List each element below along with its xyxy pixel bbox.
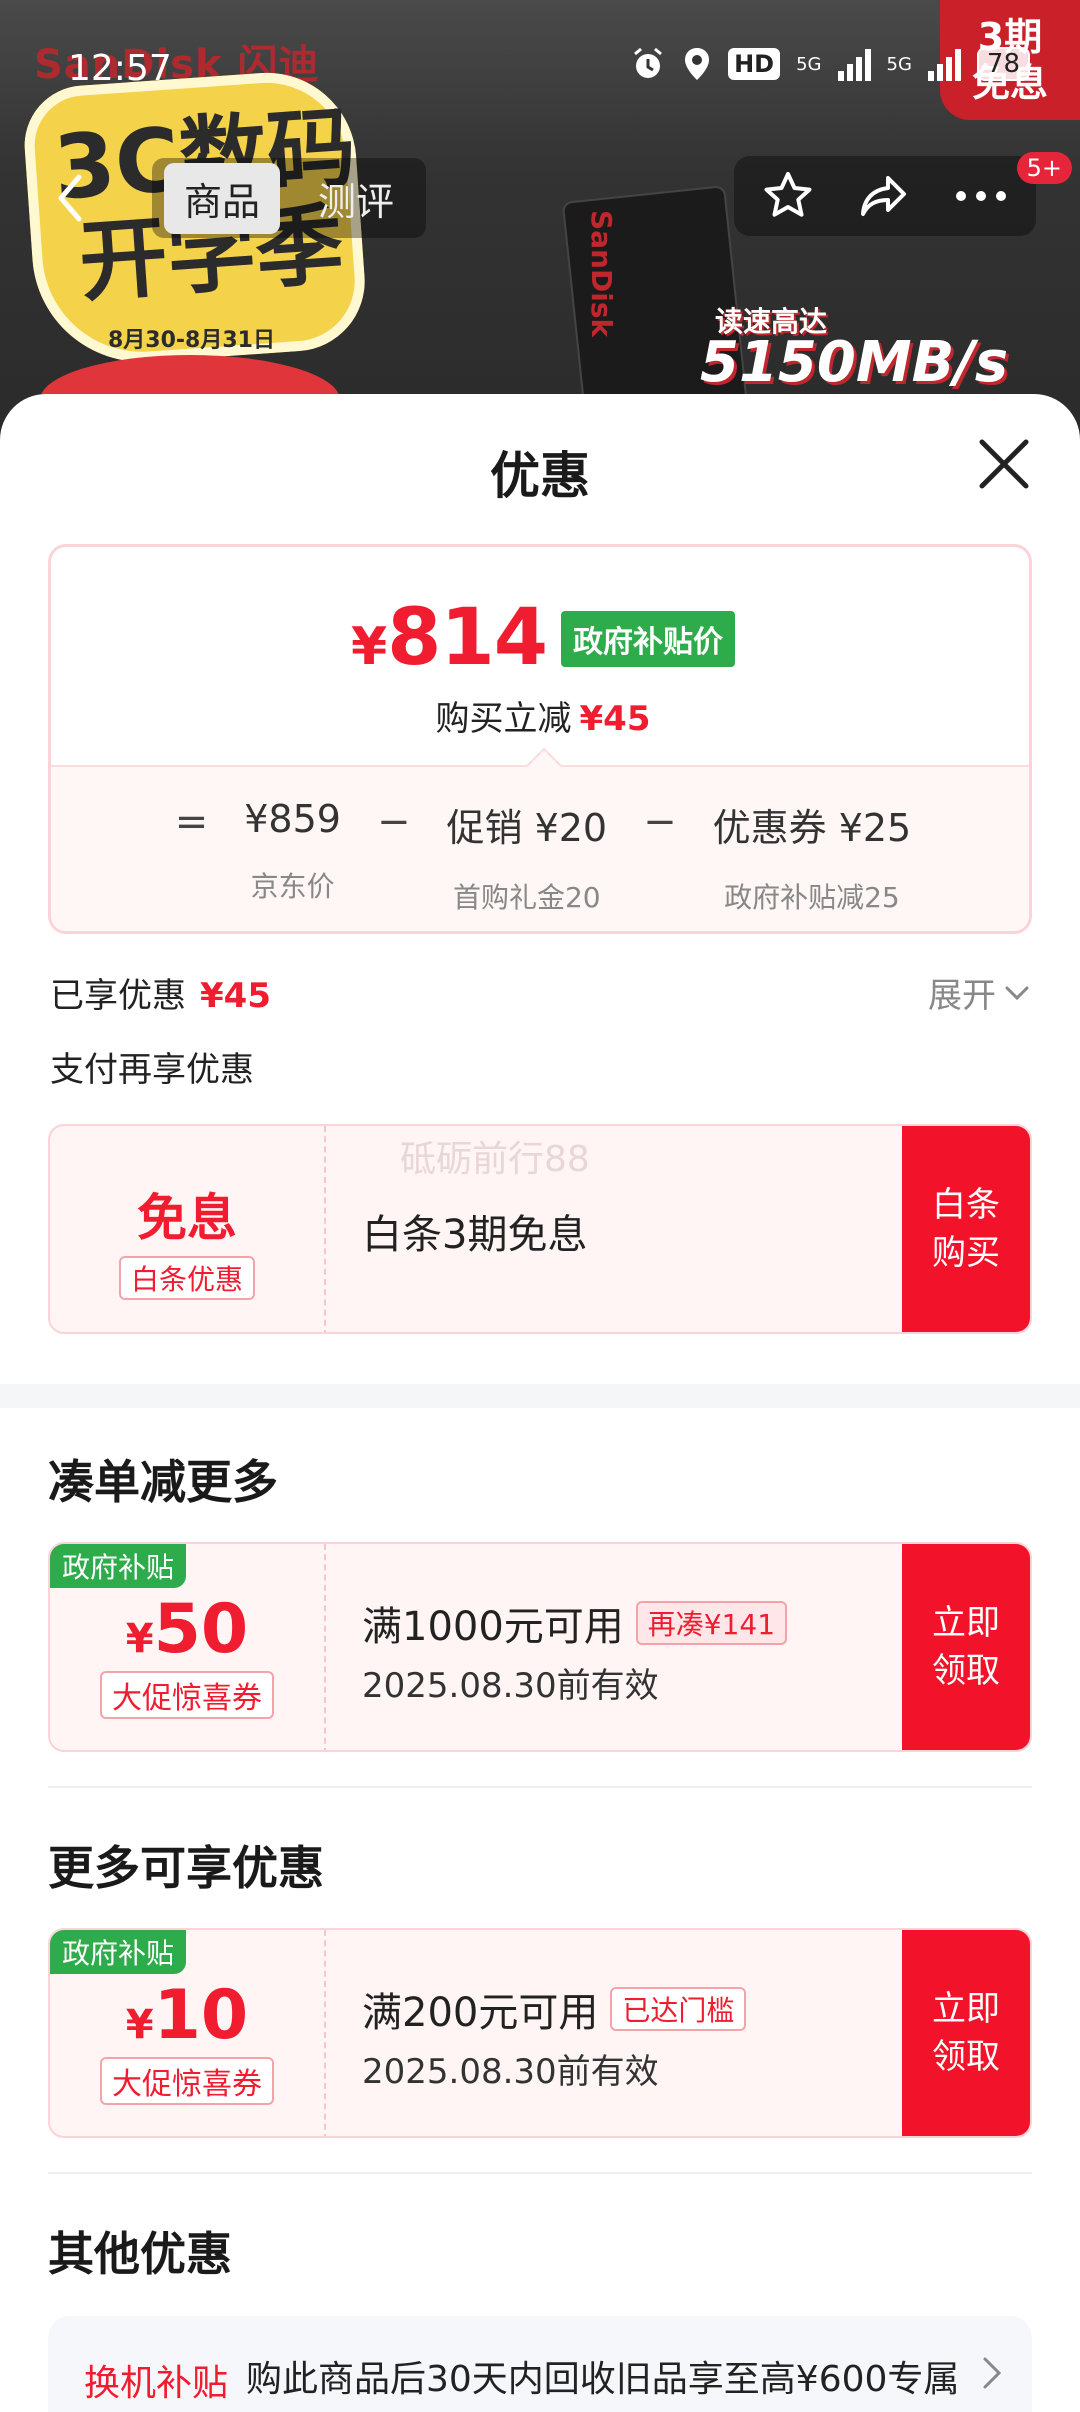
baitiao-card: 免息 白条优惠 砥砺前行88 白条3期免息 白条 购买 [48, 1124, 1032, 1334]
minus-sign: − [643, 799, 677, 845]
coupon-condition: 满200元可用 已达门槛 [362, 1980, 747, 2038]
chevron-left-icon [58, 174, 82, 222]
promo-label: 首购礼金20 [452, 881, 601, 914]
baitiao-buy-button[interactable]: 白条 购买 [902, 1126, 1030, 1332]
sim1-label: 5G [796, 53, 822, 75]
price-main: ¥814 政府补贴价 购买立减 ¥45 [51, 593, 1029, 740]
sim2-label: 5G [886, 53, 912, 75]
enjoyed-value: ¥45 [200, 976, 271, 1016]
nav-actions [734, 156, 1036, 236]
location-icon [685, 48, 710, 80]
claim-coupon-button[interactable]: 立即 领取 [902, 1930, 1030, 2136]
final-price: 814 [387, 593, 548, 683]
enjoyed-label: 已享优惠 [50, 976, 186, 1016]
section-title-other-offers: 其他优惠 [48, 2227, 232, 2281]
nav-tabs: 商品 测评 [152, 158, 427, 238]
back-button[interactable] [20, 160, 120, 236]
more-icon[interactable] [954, 189, 1008, 203]
coupon-amount: ¥50 [125, 1590, 249, 1669]
trade-in-offer[interactable]: 换机补贴 购此商品后30天内回收旧品享至高¥600专属补贴 [48, 2316, 1032, 2412]
coupon-label: 政府补贴减25 [724, 881, 900, 914]
watermark: 砥砺前行88 [400, 1139, 590, 1180]
message-badge: 5+ [1016, 152, 1072, 184]
price-currency: ¥ [350, 617, 388, 677]
tab-product[interactable]: 商品 [164, 162, 281, 234]
promo-dates: 8月30-8月31日 [108, 328, 275, 353]
speed-value: 5150MB/s [700, 330, 1009, 395]
coupon-gap-tag: 再凑¥141 [635, 1601, 788, 1645]
gov-subsidy-price-tag: 政府补贴价 [561, 611, 735, 667]
coupon-validity: 2025.08.30前有效 [362, 2052, 659, 2092]
chevron-down-icon [1005, 986, 1029, 1000]
coupon-value: 优惠券 ¥25 [712, 806, 912, 850]
coupon-validity: 2025.08.30前有效 [362, 1666, 659, 1706]
alarm-icon [634, 47, 663, 78]
gov-subsidy-badge: 政府补贴 [50, 1544, 187, 1588]
star-icon[interactable] [762, 170, 814, 222]
coupon-type: 大促惊喜券 [100, 1671, 274, 1719]
share-icon[interactable] [858, 170, 910, 222]
breakdown-item: 优惠券 ¥25 政府补贴减25 [713, 797, 912, 916]
breakdown-item: ¥859 京东价 [244, 797, 341, 905]
coupon-condition: 满1000元可用 再凑¥141 [362, 1594, 788, 1652]
expand-toggle[interactable]: 展开 [928, 968, 1030, 1017]
sheet-title: 优惠 [490, 447, 590, 505]
battery-icon: 78 [976, 47, 1030, 81]
pay-discount-title: 支付再享优惠 [50, 1050, 254, 1090]
signal-icon-2 [927, 47, 961, 81]
reduce-value: ¥45 [579, 699, 651, 739]
ssd-brand-label: SanDisk [585, 210, 618, 338]
tab-review[interactable]: 测评 [298, 163, 414, 234]
claim-coupon-button[interactable]: 立即 领取 [902, 1544, 1030, 1750]
chevron-right-icon [983, 2357, 1002, 2389]
promo-value: 促销 ¥20 [446, 806, 608, 850]
divider-line [48, 1786, 1032, 1788]
jd-price-label: 京东价 [250, 870, 335, 903]
hd-icon: HD [728, 48, 781, 80]
trade-in-label: 换机补贴 [84, 2363, 229, 2404]
expand-label: 展开 [928, 976, 996, 1016]
jd-price-value: ¥859 [244, 797, 341, 841]
baitiao-tag: 白条优惠 [118, 1256, 255, 1300]
reduce-label: 购买立减 [435, 699, 572, 739]
interest-free-label: 免息 [137, 1189, 237, 1247]
status-icons: HD 5G 5G 78 [630, 46, 1030, 82]
status-time: 12:57 [68, 48, 172, 89]
divider-line [48, 2172, 1032, 2174]
equals-sign: = [174, 799, 209, 845]
coupon-card: 政府补贴 ¥50 大促惊喜券 满1000元可用 再凑¥141 2025.08.3… [48, 1542, 1032, 1752]
trade-in-text: 购此商品后30天内回收旧品享至高¥600专属补贴 [246, 2359, 960, 2412]
gov-subsidy-badge: 政府补贴 [50, 1930, 187, 1974]
discount-sheet: 优惠 ¥814 政府补贴价 购买立减 ¥45 = ¥859 京东价 − 促销 ¥… [0, 394, 1080, 2412]
coupon-type: 大促惊喜券 [100, 2057, 274, 2105]
enjoyed-discount: 已享优惠 ¥45 [50, 968, 271, 1017]
breakdown-item: 促销 ¥20 首购礼金20 [446, 797, 607, 916]
coupon-amount: ¥10 [125, 1976, 249, 2055]
section-title-more-savings: 凑单减更多 [48, 1455, 278, 1509]
coupon-card: 政府补贴 ¥10 大促惊喜券 满200元可用 已达门槛 2025.08.30前有… [48, 1928, 1032, 2138]
baitiao-description: 白条3期免息 [362, 1212, 588, 1258]
section-title-more-offers: 更多可享优惠 [48, 1841, 324, 1895]
price-card: ¥814 政府补贴价 购买立减 ¥45 = ¥859 京东价 − 促销 ¥20 … [48, 544, 1032, 934]
signal-icon [837, 47, 871, 81]
coupon-threshold-tag: 已达门槛 [610, 1987, 747, 2031]
close-icon[interactable] [974, 434, 1034, 494]
minus-sign: − [376, 799, 411, 845]
price-breakdown: = ¥859 京东价 − 促销 ¥20 首购礼金20 − 优惠券 ¥25 政府补… [51, 747, 1029, 931]
section-divider [0, 1384, 1080, 1408]
instant-reduction: 购买立减 ¥45 [51, 691, 1029, 740]
page: SanDisk 闪迪 3C数码开学季 8月30-8月31日 SanDisk 读速… [0, 0, 1080, 2412]
